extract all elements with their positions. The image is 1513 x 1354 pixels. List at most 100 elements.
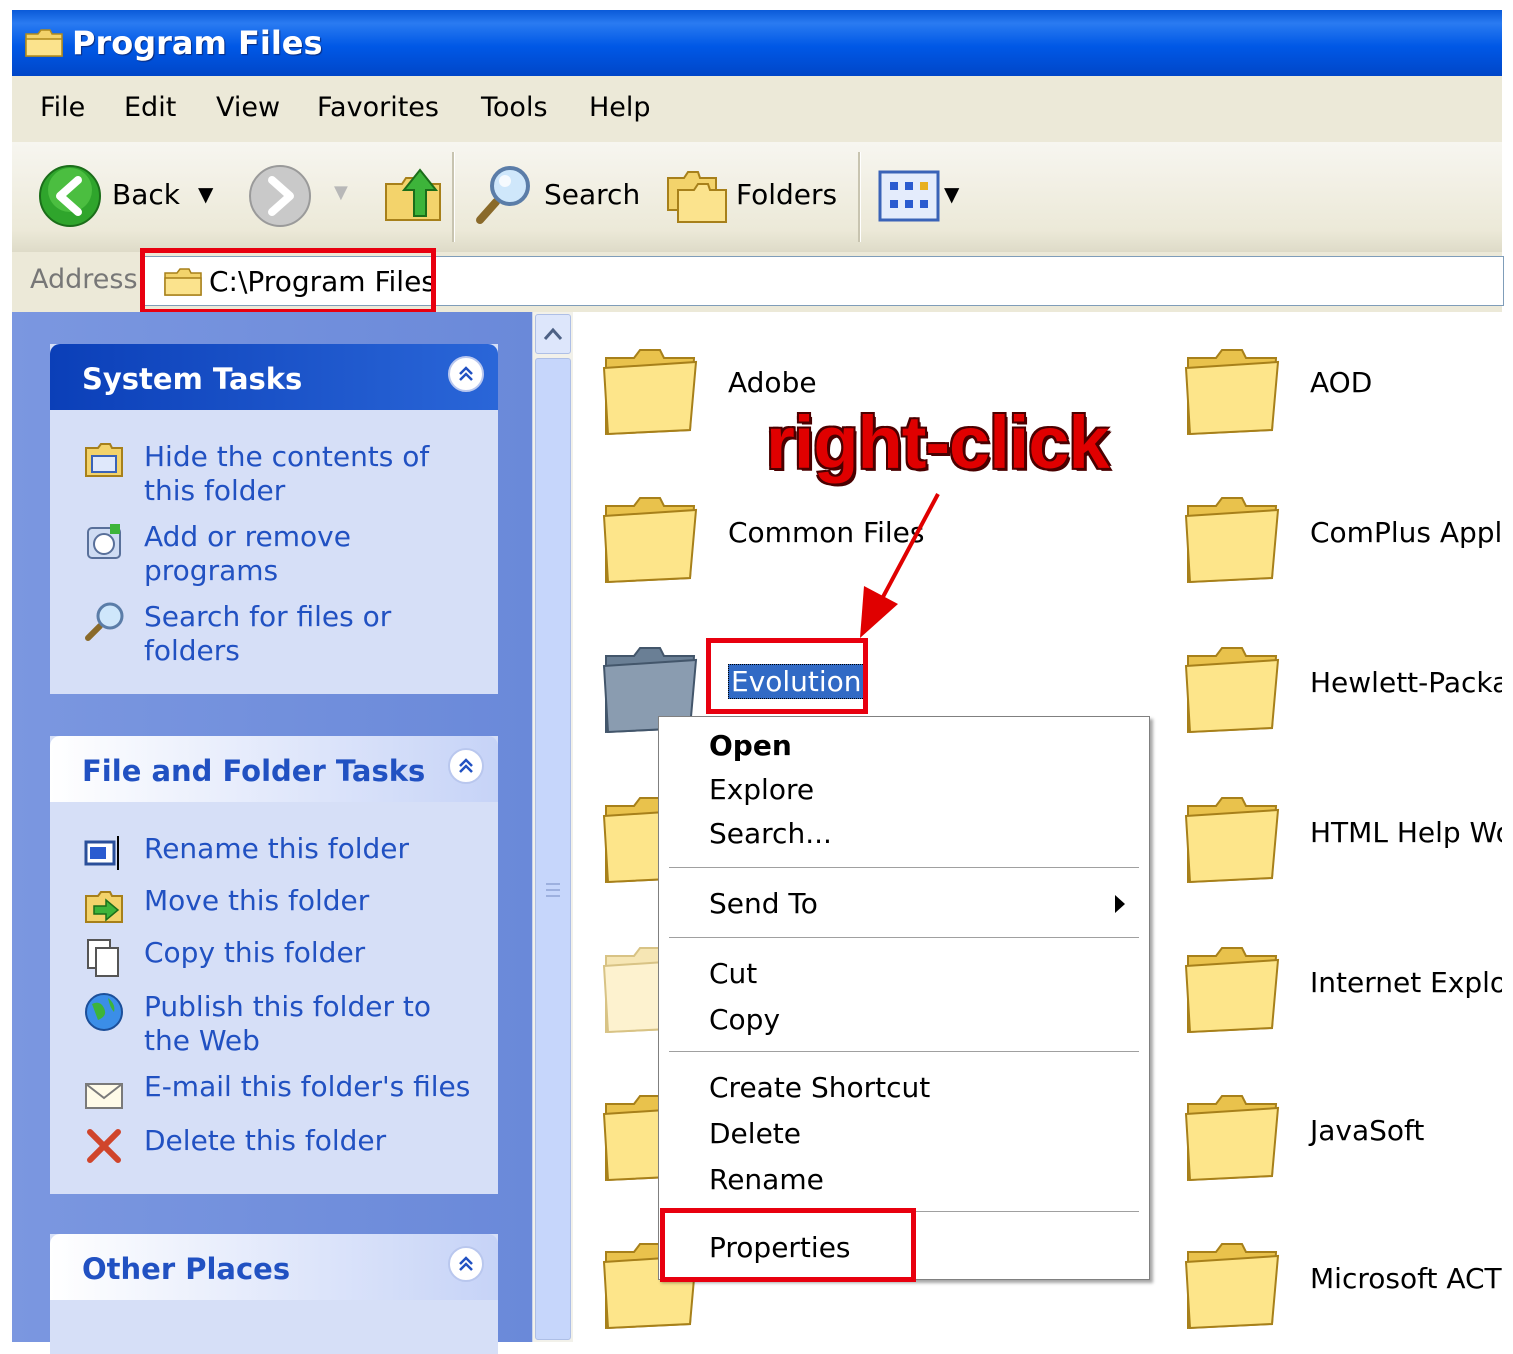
collapse-icon[interactable] <box>448 356 484 392</box>
move-folder-icon <box>85 891 123 923</box>
task-delete-folder[interactable]: Delete this folder <box>144 1124 386 1158</box>
folder-complus-label[interactable]: ComPlus Applic <box>1310 516 1502 549</box>
menu-separator <box>669 867 1139 869</box>
toolbar-separator <box>858 152 861 242</box>
file-folder-tasks-panel: File and Folder Tasks Rename this folder… <box>50 736 498 1194</box>
file-folder-tasks-header[interactable]: File and Folder Tasks <box>50 736 498 802</box>
address-highlight-box <box>140 248 436 314</box>
forward-dropdown-icon: ▼ <box>334 182 348 203</box>
folder-icon[interactable] <box>1182 1086 1282 1186</box>
address-label: Address <box>30 264 138 295</box>
menu-view[interactable]: View <box>216 92 280 123</box>
task-pane: System Tasks Hide the contents of this f… <box>12 312 532 1354</box>
forward-arrow-icon[interactable] <box>248 164 312 228</box>
menu-separator <box>669 1051 1139 1053</box>
collapse-icon[interactable] <box>448 748 484 784</box>
back-dropdown-icon[interactable]: ▼ <box>198 182 213 206</box>
ctx-delete[interactable]: Delete <box>709 1117 801 1150</box>
menu-edit[interactable]: Edit <box>124 92 176 123</box>
ctx-send-to[interactable]: Send To <box>709 887 818 920</box>
folder-icon[interactable] <box>1182 1234 1282 1334</box>
chevron-up-icon <box>543 327 563 340</box>
vertical-scrollbar[interactable] <box>532 312 573 1342</box>
scroll-up-button[interactable] <box>535 314 571 354</box>
globe-icon <box>85 993 123 1031</box>
system-tasks-panel: System Tasks Hide the contents of this f… <box>50 344 498 694</box>
other-places-title: Other Places <box>82 1252 291 1286</box>
folder-aod-label[interactable]: AOD <box>1310 366 1372 399</box>
folders-button[interactable]: Folders <box>664 162 844 228</box>
menu-separator <box>669 937 1139 939</box>
search-label: Search <box>544 178 641 211</box>
folders-icon <box>667 171 727 223</box>
system-tasks-header[interactable]: System Tasks <box>50 344 498 410</box>
views-button[interactable]: ▼ <box>878 168 968 224</box>
ctx-search[interactable]: Search... <box>709 817 832 850</box>
email-icon <box>85 1083 123 1109</box>
task-search-files[interactable]: Search for files or folders <box>144 600 484 668</box>
task-hide-contents[interactable]: Hide the contents of this folder <box>144 440 484 508</box>
task-copy-folder[interactable]: Copy this folder <box>144 936 365 970</box>
delete-icon <box>87 1129 121 1163</box>
folder-icon[interactable] <box>1182 788 1282 888</box>
evolution-highlight-box <box>706 638 868 714</box>
up-folder-icon[interactable] <box>380 162 446 228</box>
back-button[interactable]: Back ▼ <box>38 164 228 228</box>
folder-internet-explorer-label[interactable]: Internet Explor <box>1310 966 1502 999</box>
ctx-rename[interactable]: Rename <box>709 1163 824 1196</box>
other-places-header[interactable]: Other Places <box>50 1234 498 1300</box>
window-title: Program Files <box>72 24 323 62</box>
folder-icon[interactable] <box>1182 340 1282 440</box>
search-icon <box>476 166 530 224</box>
task-move-folder[interactable]: Move this folder <box>144 884 369 918</box>
copy-folder-icon <box>87 939 119 977</box>
task-rename-folder[interactable]: Rename this folder <box>144 832 409 866</box>
toolbar: Back ▼ ▼ Search Folders ▼ <box>12 142 1502 253</box>
system-tasks-title: System Tasks <box>82 362 303 396</box>
ctx-create-shortcut[interactable]: Create Shortcut <box>709 1071 930 1104</box>
folders-label: Folders <box>736 178 838 211</box>
ctx-cut[interactable]: Cut <box>709 957 757 990</box>
annotation-arrow-icon <box>860 493 940 638</box>
folder-icon[interactable] <box>1182 938 1282 1038</box>
views-dropdown-icon: ▼ <box>944 182 960 206</box>
collapse-icon[interactable] <box>448 1246 484 1282</box>
search-button[interactable]: Search <box>470 162 650 228</box>
properties-highlight-box <box>660 1208 916 1282</box>
menu-favorites[interactable]: Favorites <box>317 92 439 123</box>
folder-icon[interactable] <box>1182 638 1282 738</box>
submenu-arrow-icon <box>1115 895 1125 913</box>
add-remove-programs-icon <box>87 524 121 559</box>
folder-icon[interactable] <box>600 340 700 440</box>
folder-microsoft-act-label[interactable]: Microsoft ACT <box>1310 1262 1502 1295</box>
folder-icon[interactable] <box>600 488 700 588</box>
folder-javasoft-label[interactable]: JavaSoft <box>1310 1114 1424 1147</box>
menu-tools[interactable]: Tools <box>481 92 548 123</box>
scroll-thumb[interactable] <box>535 358 571 1340</box>
back-label: Back <box>112 178 180 211</box>
file-folder-tasks-title: File and Folder Tasks <box>82 754 426 788</box>
search-icon <box>85 602 124 641</box>
views-icon <box>878 170 940 222</box>
menu-file[interactable]: File <box>40 92 85 123</box>
menu-bar: File Edit View Favorites Tools Help <box>12 76 1502 143</box>
toolbar-separator <box>452 152 455 242</box>
other-places-panel: Other Places <box>50 1234 498 1354</box>
ctx-open[interactable]: Open <box>709 729 792 762</box>
ctx-explore[interactable]: Explore <box>709 773 814 806</box>
title-bar[interactable]: Program Files <box>12 10 1502 76</box>
folder-html-help-label[interactable]: HTML Help Wor <box>1310 816 1502 849</box>
task-publish-folder[interactable]: Publish this folder to the Web <box>144 990 484 1058</box>
right-click-annotation: right-click <box>766 401 1110 484</box>
hide-folder-icon <box>85 443 123 477</box>
back-arrow-icon <box>39 165 101 227</box>
folder-icon[interactable] <box>1182 488 1282 588</box>
rename-icon <box>84 836 119 870</box>
folder-adobe-label[interactable]: Adobe <box>728 366 817 399</box>
folder-icon <box>25 29 63 57</box>
ctx-copy[interactable]: Copy <box>709 1003 780 1036</box>
task-email-files[interactable]: E-mail this folder's files <box>144 1070 470 1104</box>
menu-help[interactable]: Help <box>589 92 651 123</box>
folder-hewlett-label[interactable]: Hewlett-Packar <box>1310 666 1502 699</box>
task-add-remove-programs[interactable]: Add or remove programs <box>144 520 484 588</box>
